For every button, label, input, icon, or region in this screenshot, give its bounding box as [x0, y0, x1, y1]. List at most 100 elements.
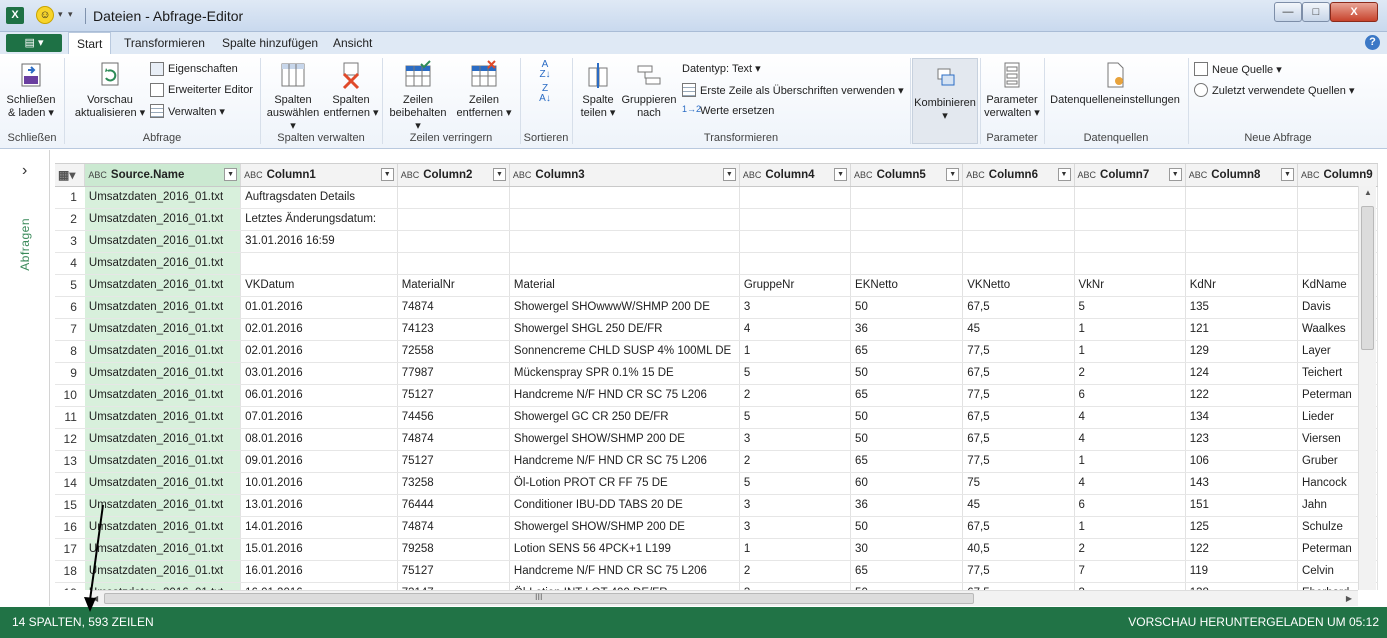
expand-queries-icon[interactable]: ›: [22, 162, 27, 180]
table-cell[interactable]: 4: [739, 318, 852, 341]
table-cell[interactable]: 09.01.2016: [240, 450, 398, 473]
table-cell[interactable]: Handcreme N/F HND CR SC 75 L206: [509, 560, 740, 583]
table-cell[interactable]: 36: [850, 318, 964, 341]
table-cell[interactable]: 50: [850, 296, 964, 319]
table-cell[interactable]: Umsatzdaten_2016_01.txt: [84, 450, 242, 473]
table-cell[interactable]: 7: [1074, 560, 1186, 583]
table-cell[interactable]: 13.01.2016: [240, 494, 398, 517]
table-cell[interactable]: 2: [1074, 362, 1186, 385]
table-cell[interactable]: 50: [850, 406, 964, 429]
column-header-column5[interactable]: ABC Column5 ▼: [850, 164, 964, 187]
table-cell[interactable]: Umsatzdaten_2016_01.txt: [84, 472, 242, 495]
column-filter-dropdown-icon[interactable]: ▼: [1168, 168, 1182, 181]
table-cell[interactable]: 50: [850, 516, 964, 539]
replace-values-button[interactable]: 1→2 Werte ersetzen: [682, 104, 774, 118]
table-cell[interactable]: 125: [1185, 516, 1298, 539]
data-type-dropdown[interactable]: Datentyp: Text ▾: [682, 62, 761, 75]
table-cell[interactable]: 77987: [397, 362, 510, 385]
table-cell[interactable]: [739, 230, 852, 253]
table-cell[interactable]: Umsatzdaten_2016_01.txt: [84, 186, 242, 209]
table-cell[interactable]: 5: [739, 472, 852, 495]
table-cell[interactable]: [850, 186, 964, 209]
table-cell[interactable]: 2: [739, 560, 852, 583]
feedback-smiley-icon[interactable]: ☺: [36, 6, 54, 24]
table-cell[interactable]: Umsatzdaten_2016_01.txt: [84, 340, 242, 363]
table-cell[interactable]: 75127: [397, 560, 510, 583]
tab-start[interactable]: Start: [68, 32, 112, 55]
table-cell[interactable]: [850, 208, 964, 231]
vertical-scrollbar[interactable]: ▲: [1358, 186, 1376, 590]
table-cell[interactable]: Showergel SHGL 250 DE/FR: [509, 318, 740, 341]
text-type-icon[interactable]: ABC: [401, 170, 420, 180]
table-cell[interactable]: 5: [739, 362, 852, 385]
table-cell[interactable]: 74874: [397, 516, 510, 539]
table-cell[interactable]: 40,5: [962, 538, 1075, 561]
table-cell[interactable]: 1: [739, 538, 852, 561]
table-cell[interactable]: 16.01.2016: [240, 582, 398, 590]
column-filter-dropdown-icon[interactable]: ▼: [492, 168, 506, 181]
table-cell[interactable]: 129: [1185, 340, 1298, 363]
table-cell[interactable]: 3: [739, 516, 852, 539]
table-cell[interactable]: 1: [739, 340, 852, 363]
vertical-scroll-thumb[interactable]: [1361, 206, 1374, 350]
table-cell[interactable]: 74123: [397, 318, 510, 341]
table-cell[interactable]: 73258: [397, 472, 510, 495]
table-cell[interactable]: Showergel SHOW/SHMP 200 DE: [509, 428, 740, 451]
table-cell[interactable]: [850, 230, 964, 253]
table-cell[interactable]: 1: [1074, 516, 1186, 539]
table-cell[interactable]: 67,5: [962, 428, 1075, 451]
minimize-button[interactable]: —: [1274, 2, 1302, 22]
table-cell[interactable]: [397, 252, 510, 275]
data-source-settings-button[interactable]: Datenquelleneinstellungen: [1048, 60, 1182, 107]
table-cell[interactable]: 77,5: [962, 560, 1075, 583]
table-cell[interactable]: 03.01.2016: [240, 362, 398, 385]
combine-button[interactable]: Kombinieren ▾: [912, 58, 978, 144]
table-cell[interactable]: 79258: [397, 538, 510, 561]
table-cell[interactable]: 77,5: [962, 450, 1075, 473]
table-cell[interactable]: Showergel SHOwwwW/SHMP 200 DE: [509, 296, 740, 319]
table-cell[interactable]: 123: [1185, 428, 1298, 451]
table-cell[interactable]: [739, 252, 852, 275]
table-row[interactable]: 11 Umsatzdaten_2016_01.txt 07.01.2016 74456…: [55, 406, 1378, 429]
choose-columns-button[interactable]: Spalten auswählen ▾: [264, 60, 322, 133]
table-cell[interactable]: 124: [1185, 362, 1298, 385]
table-cell[interactable]: 143: [1185, 472, 1298, 495]
text-type-icon[interactable]: ABC: [966, 170, 985, 180]
sort-descending-button[interactable]: Z A↓: [534, 84, 556, 104]
table-cell[interactable]: 3: [739, 582, 852, 590]
table-cell[interactable]: 67,5: [962, 406, 1075, 429]
table-cell[interactable]: [1074, 230, 1186, 253]
table-row[interactable]: 19Umsatzdaten_2016_01.txt16.01.201673147…: [55, 582, 1378, 590]
table-cell[interactable]: 72558: [397, 340, 510, 363]
table-cell[interactable]: 6: [1074, 494, 1186, 517]
table-cell[interactable]: 4: [1074, 472, 1186, 495]
column-header-column6[interactable]: ABC Column6 ▼: [962, 164, 1075, 187]
table-cell[interactable]: VkNr: [1074, 274, 1186, 297]
table-cell[interactable]: Mückenspray SPR 0.1% 15 DE: [509, 362, 740, 385]
sort-ascending-button[interactable]: A Z↓: [534, 60, 556, 80]
table-cell[interactable]: 119: [1185, 560, 1298, 583]
file-menu-button[interactable]: ▤ ▾: [6, 34, 62, 52]
table-cell[interactable]: Lotion SENS 56 4PCK+1 L199: [509, 538, 740, 561]
table-row[interactable]: 1 Umsatzdaten_2016_01.txt Auftragsdaten De…: [55, 186, 1378, 209]
column-header-column9[interactable]: ABC Column9: [1297, 164, 1378, 187]
table-cell[interactable]: Umsatzdaten_2016_01.txt: [84, 406, 242, 429]
table-cell[interactable]: 08.01.2016: [240, 428, 398, 451]
text-type-icon[interactable]: ABC: [88, 170, 107, 180]
table-cell[interactable]: [509, 208, 740, 231]
table-cell[interactable]: 67,5: [962, 296, 1075, 319]
manage-button[interactable]: Verwalten ▾: [150, 104, 225, 118]
table-cell[interactable]: [962, 186, 1075, 209]
table-cell[interactable]: EKNetto: [850, 274, 964, 297]
table-cell[interactable]: Umsatzdaten_2016_01.txt: [84, 428, 242, 451]
table-cell[interactable]: 10.01.2016: [240, 472, 398, 495]
text-type-icon[interactable]: ABC: [1078, 170, 1097, 180]
table-cell[interactable]: 4: [1074, 406, 1186, 429]
table-cell[interactable]: Umsatzdaten_2016_01.txt: [84, 208, 242, 231]
table-cell[interactable]: 3: [1074, 582, 1186, 590]
table-cell[interactable]: 5: [739, 406, 852, 429]
table-cell[interactable]: [962, 230, 1075, 253]
refresh-preview-button[interactable]: Vorschau aktualisieren ▾: [72, 60, 148, 120]
table-cell[interactable]: [1185, 208, 1298, 231]
horizontal-scrollbar[interactable]: ◀ III ▶: [90, 590, 1358, 606]
